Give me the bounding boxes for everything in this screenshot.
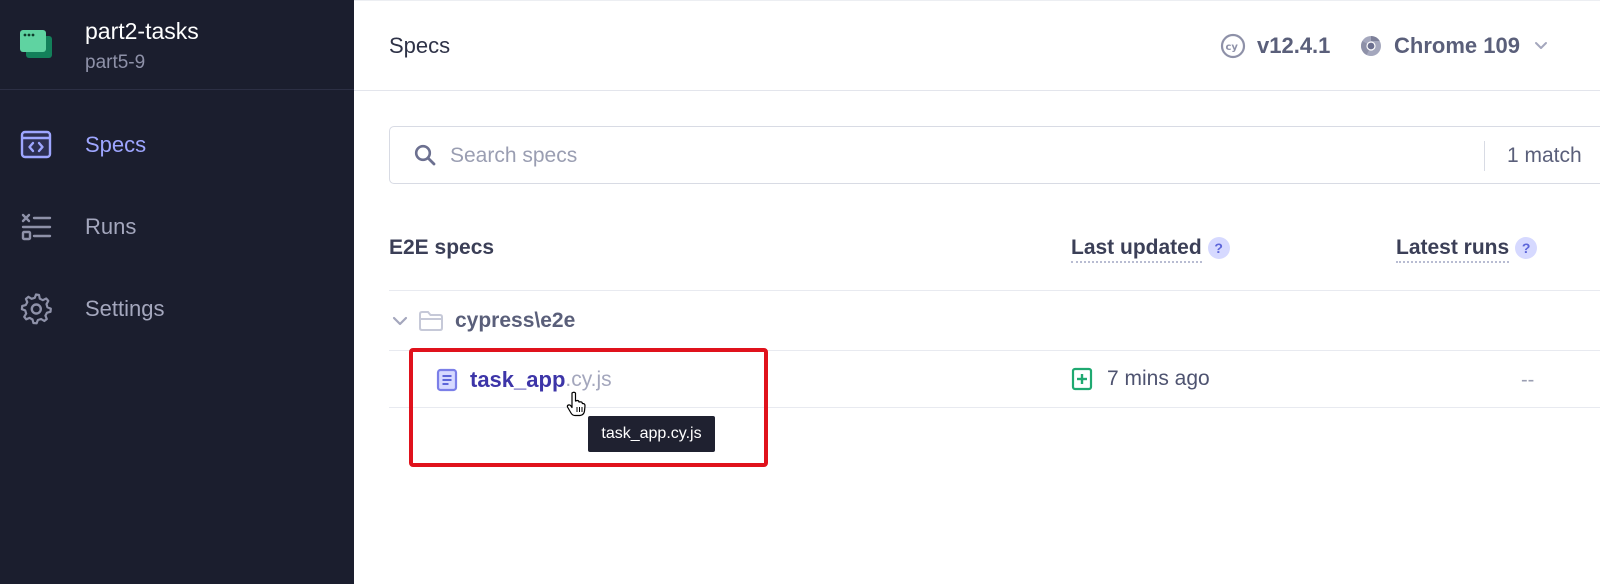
sidebar-item-runs[interactable]: Runs [0, 197, 354, 257]
column-header-specs: E2E specs [389, 236, 494, 260]
search-input[interactable] [448, 139, 1448, 173]
help-icon[interactable]: ? [1207, 236, 1230, 259]
browser-label: Chrome 109 [1394, 33, 1520, 58]
file-added-icon [1071, 367, 1093, 391]
sidebar-item-settings[interactable]: Settings [0, 279, 354, 339]
column-header-label: E2E specs [389, 236, 495, 259]
help-icon[interactable]: ? [1515, 236, 1538, 259]
main-content: Specs cy v12.4.1 Chrome 109 Search specs… [354, 0, 1600, 584]
browser-selector[interactable]: Chrome 109 [1360, 30, 1548, 62]
folder-row[interactable]: cypress\e2e [389, 292, 1600, 350]
top-bar: Specs cy v12.4.1 Chrome 109 [354, 0, 1600, 91]
column-header-label: Latest runs [1396, 236, 1510, 263]
hand-cursor-icon [566, 391, 586, 417]
match-count: 1 match [1507, 144, 1582, 167]
project-switcher[interactable]: part2-tasks part5-9 [0, 0, 354, 90]
chevron-down-icon [1534, 42, 1547, 49]
version-badge[interactable]: cy v12.4.1 [1220, 30, 1330, 62]
folder-icon [419, 311, 443, 331]
chevron-down-icon [392, 316, 408, 326]
search-divider [1484, 141, 1485, 171]
divider [389, 290, 1600, 291]
gear-icon [20, 293, 52, 325]
page-title: Specs [389, 33, 451, 58]
checklist-icon [21, 213, 52, 241]
project-branch: part5-9 [85, 52, 146, 73]
highlight-annotation [409, 348, 768, 467]
folder-name: cypress\e2e [455, 309, 576, 332]
column-header-latest-runs: Latest runs ? [1396, 236, 1538, 263]
sidebar-item-specs[interactable]: Specs [0, 115, 354, 175]
column-header-label: Last updated [1071, 236, 1202, 263]
code-window-icon [20, 130, 52, 159]
chrome-icon [1361, 35, 1381, 56]
sidebar: part2-tasks part5-9 Specs Runs Settings [0, 0, 354, 584]
last-updated-cell: 7 mins ago [1071, 367, 1210, 391]
latest-runs-value: -- [1521, 369, 1535, 391]
sidebar-item-label: Specs [85, 132, 147, 157]
project-name: part2-tasks [85, 18, 199, 44]
search-bar: 1 match [389, 126, 1600, 184]
sidebar-item-label: Settings [85, 296, 165, 321]
search-icon [414, 144, 436, 166]
svg-text:cy: cy [1226, 42, 1239, 53]
column-header-last-updated: Last updated ? [1071, 236, 1230, 263]
cypress-logo-icon: cy [1220, 33, 1246, 59]
last-updated-value: 7 mins ago [1107, 367, 1210, 390]
version-label: v12.4.1 [1257, 33, 1331, 58]
sidebar-item-label: Runs [85, 214, 137, 239]
project-logo-icon [20, 30, 52, 58]
